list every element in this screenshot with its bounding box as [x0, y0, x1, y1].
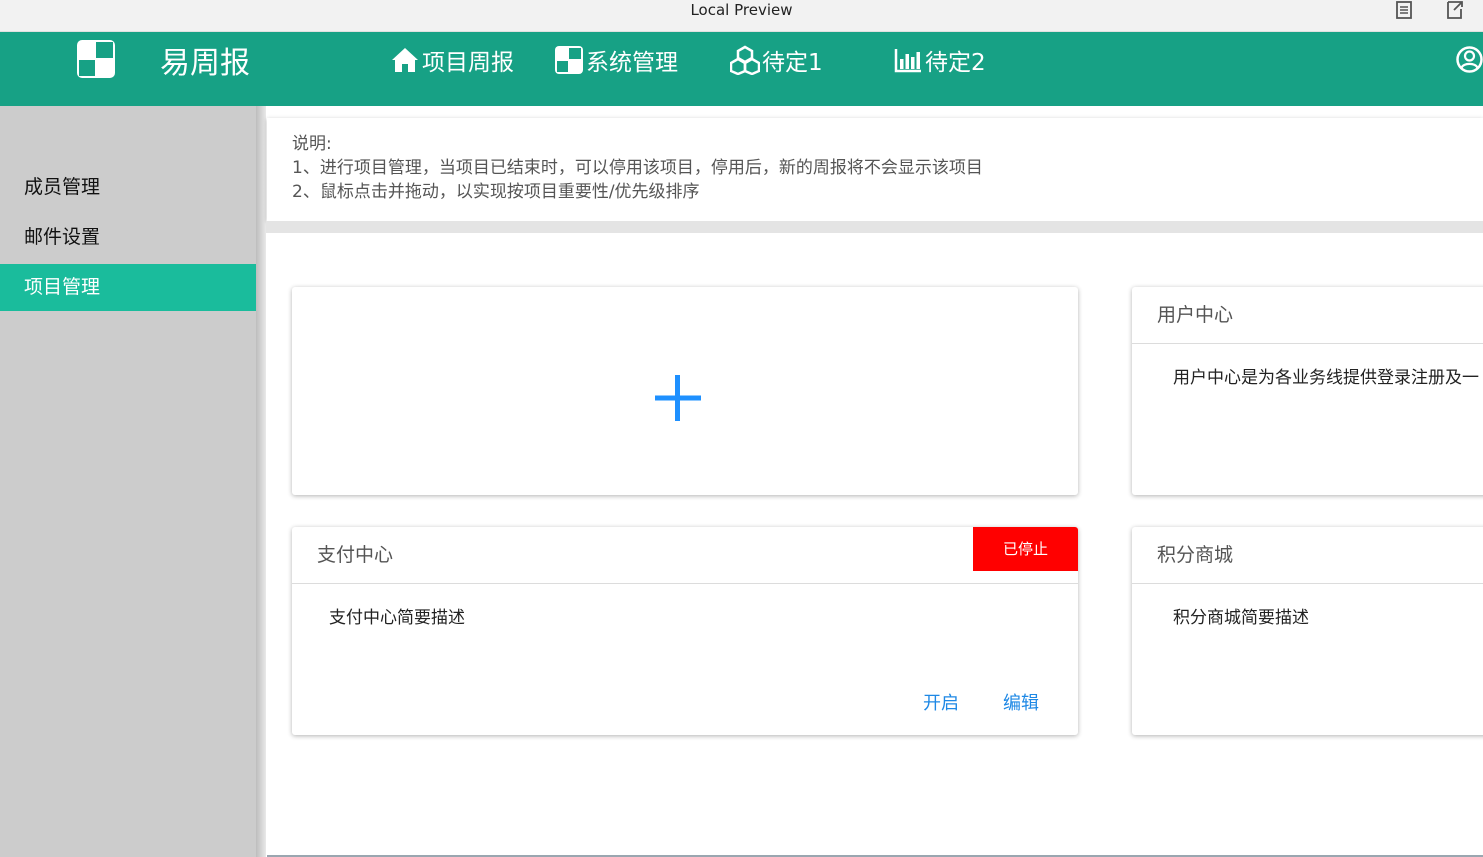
project-description: 用户中心是为各业务线提供登录注册及一 — [1173, 368, 1479, 388]
enable-project-link[interactable]: 开启 — [923, 689, 959, 719]
reader-mode-icon[interactable] — [1394, 0, 1414, 20]
exit-preview-icon[interactable] — [1445, 0, 1465, 20]
instructions-title: 说明: — [292, 134, 332, 154]
project-card[interactable]: 用户中心 用户中心是为各业务线提供登录注册及一 — [1132, 287, 1483, 495]
nav-item-tbd-1[interactable]: 待定1 — [730, 42, 823, 78]
project-name: 用户中心 — [1132, 287, 1483, 344]
edit-project-link[interactable]: 编辑 — [1003, 689, 1039, 719]
project-name: 支付中心 — [292, 527, 1078, 584]
app-brand[interactable]: 易周报 — [160, 44, 250, 84]
sidebar: 成员管理 邮件设置 项目管理 — [0, 106, 261, 857]
app-header: 易周报 项目周报 系统管理 待定1 待定2 — [0, 32, 1483, 106]
nav-item-tbd-2[interactable]: 待定2 — [893, 42, 986, 78]
status-badge: 已停止 — [973, 527, 1078, 571]
sidebar-item-email-settings[interactable]: 邮件设置 — [0, 214, 261, 261]
bar-chart-icon — [894, 49, 921, 73]
project-name: 积分商城 — [1132, 527, 1483, 584]
nav-item-label: 系统管理 — [586, 50, 678, 76]
nav-item-label: 项目周报 — [422, 50, 514, 76]
project-card[interactable]: 积分商城 积分商城简要描述 — [1132, 527, 1483, 735]
plus-icon — [655, 375, 701, 421]
project-description: 积分商城简要描述 — [1173, 608, 1309, 628]
cubes-icon — [730, 45, 760, 75]
sidebar-item-members[interactable]: 成员管理 — [0, 164, 261, 211]
four-square-logo-icon[interactable] — [76, 39, 116, 79]
nav-item-system-management[interactable]: 系统管理 — [554, 42, 678, 78]
instructions-line: 2、鼠标点击并拖动，以实现按项目重要性/优先级排序 — [292, 182, 700, 202]
four-square-icon — [555, 46, 583, 74]
nav-item-weekly-report[interactable]: 项目周报 — [390, 42, 514, 78]
section-gap — [266, 221, 1483, 233]
home-icon — [392, 48, 418, 72]
project-card[interactable]: 支付中心 已停止 支付中心简要描述 开启 编辑 — [292, 527, 1078, 735]
window-title-bar: Local Preview — [0, 0, 1483, 32]
nav-item-label: 待定1 — [762, 50, 823, 76]
add-project-card[interactable] — [292, 287, 1078, 495]
user-circle-icon[interactable] — [1456, 46, 1483, 73]
instructions-panel: 说明: 1、进行项目管理，当项目已结束时，可以停用该项目，停用后，新的周报将不会… — [267, 118, 1483, 221]
window-title: Local Preview — [690, 1, 793, 19]
sidebar-item-project-management[interactable]: 项目管理 — [0, 264, 261, 311]
instructions-line: 1、进行项目管理，当项目已结束时，可以停用该项目，停用后，新的周报将不会显示该项… — [292, 158, 983, 178]
sidebar-divider — [256, 106, 266, 857]
project-description: 支付中心简要描述 — [329, 608, 465, 628]
nav-item-label: 待定2 — [925, 50, 986, 76]
